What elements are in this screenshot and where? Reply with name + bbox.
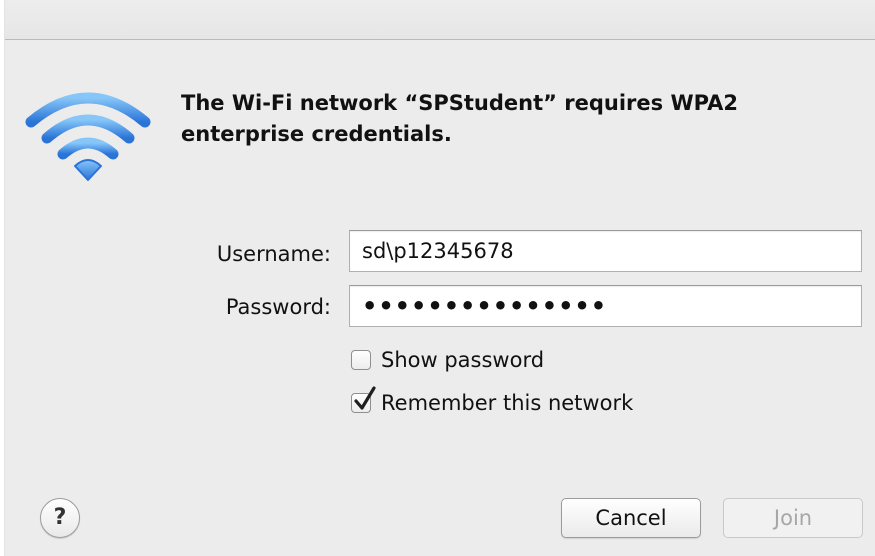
checkmark-icon (354, 386, 376, 410)
username-label: Username: (216, 242, 331, 266)
dialog-titlebar (5, 0, 875, 40)
remember-network-option[interactable]: Remember this network (351, 386, 633, 417)
help-button[interactable]: ? (40, 498, 80, 538)
cancel-button[interactable]: Cancel (561, 498, 701, 538)
show-password-checkbox[interactable] (351, 350, 371, 370)
password-field[interactable]: ••••••••••••••• (349, 285, 862, 327)
password-label: Password: (225, 295, 331, 319)
wifi-icon (25, 92, 151, 181)
join-button[interactable]: Join (723, 498, 863, 538)
show-password-option[interactable]: Show password (351, 346, 544, 374)
show-password-label[interactable]: Show password (381, 348, 544, 372)
username-field[interactable]: sd\p12345678 (349, 230, 862, 272)
remember-network-label[interactable]: Remember this network (381, 391, 633, 415)
remember-network-checkbox[interactable] (351, 386, 376, 413)
dialog-message: The Wi-Fi network “SPStudent” requires W… (181, 91, 738, 146)
wifi-credentials-dialog: The Wi-Fi network “SPStudent” requires W… (4, 0, 875, 556)
